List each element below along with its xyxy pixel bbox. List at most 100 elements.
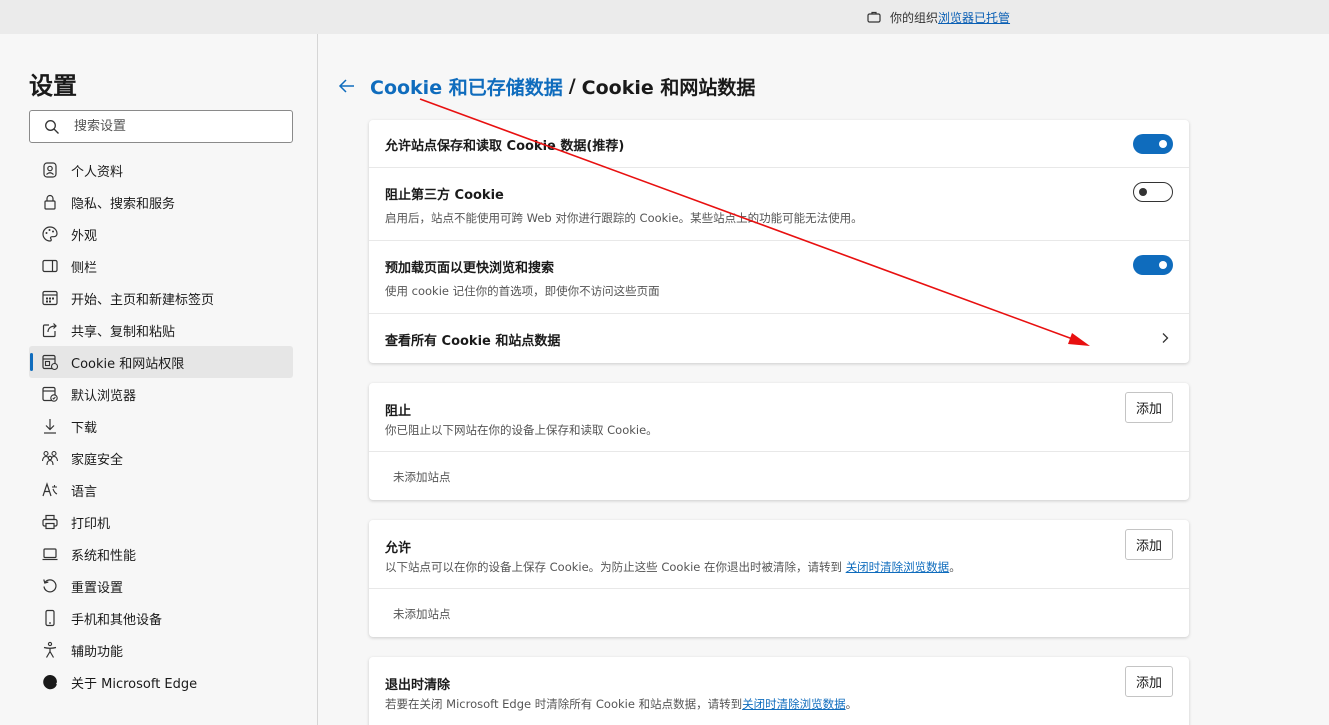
block-add-button[interactable]: 添加 (1125, 392, 1173, 423)
clear-header-row: 退出时清除 若要在关闭 Microsoft Edge 时清除所有 Cookie … (369, 657, 1189, 725)
lock-icon (44, 194, 56, 210)
profile-icon (43, 162, 57, 178)
allow-desc-text: 以下站点可以在你的设备上保存 Cookie。为防止这些 Cookie 在你退出时… (385, 560, 846, 574)
block-third-party-desc: 启用后，站点不能使用可跨 Web 对你进行跟踪的 Cookie。某些站点上的功能… (385, 211, 863, 225)
view-all-cookies-row[interactable]: 查看所有 Cookie 和站点数据 (369, 314, 1189, 363)
laptop-icon (42, 548, 58, 561)
block-empty-text: 未添加站点 (393, 470, 451, 484)
family-icon (41, 450, 59, 466)
allow-cookies-toggle[interactable] (1133, 134, 1173, 154)
top-bar: 你的组织 浏览器已托管 (0, 0, 1329, 34)
clear-desc: 若要在关闭 Microsoft Edge 时清除所有 Cookie 和站点数据，… (385, 696, 857, 712)
allow-empty-row: 未添加站点 (369, 589, 1189, 637)
allow-header-row: 允许 以下站点可以在你的设备上保存 Cookie。为防止这些 Cookie 在你… (369, 520, 1189, 589)
sidebar-item-label: 重置设置 (71, 580, 124, 596)
sidebar-item-label: 共享、复制和粘贴 (71, 324, 176, 340)
sidebar-item-label: 外观 (71, 228, 98, 244)
preload-toggle[interactable] (1133, 255, 1173, 275)
managed-prefix: 你的组织 (890, 10, 939, 25)
managed-link[interactable]: 浏览器已托管 (938, 9, 1010, 26)
settings-sidebar: 设置 个人资料 隐私、搜索和服务 外观 侧栏 开始、主页和新建标签页 (0, 34, 318, 725)
allow-add-button[interactable]: 添加 (1125, 529, 1173, 560)
sidebar-item-phone[interactable]: 手机和其他设备 (29, 602, 293, 634)
sidebar-item-label: 打印机 (71, 516, 111, 532)
sidebar-item-family[interactable]: 家庭安全 (29, 442, 293, 474)
clear-add-button[interactable]: 添加 (1125, 666, 1173, 697)
sidebar-item-system[interactable]: 系统和性能 (29, 538, 293, 570)
language-icon (42, 482, 58, 497)
allow-card: 允许 以下站点可以在你的设备上保存 Cookie。为防止这些 Cookie 在你… (369, 520, 1189, 637)
block-third-party-title: 阻止第三方 Cookie (385, 188, 504, 203)
clear-title: 退出时清除 (385, 678, 451, 693)
briefcase-icon (867, 11, 881, 23)
cookie-site-icon (42, 354, 59, 371)
home-grid-icon (42, 290, 58, 306)
block-empty-row: 未添加站点 (369, 452, 1189, 500)
search-icon (45, 119, 59, 134)
block-title: 阻止 (385, 404, 412, 419)
page-title: Cookie 和网站数据 (581, 76, 756, 99)
allow-cookies-row: 允许站点保存和读取 Cookie 数据(推荐) (369, 120, 1189, 168)
managed-notice: 你的组织 浏览器已托管 (867, 7, 1010, 27)
sidebar-item-profile[interactable]: 个人资料 (29, 154, 293, 186)
sidebar-item-label: 关于 Microsoft Edge (71, 676, 198, 692)
sidebar-item-accessibility[interactable]: 辅助功能 (29, 634, 293, 666)
breadcrumb-separator: / (568, 75, 576, 97)
sidebar-item-reset[interactable]: 重置设置 (29, 570, 293, 602)
clear-on-exit-card: 退出时清除 若要在关闭 Microsoft Edge 时清除所有 Cookie … (369, 657, 1189, 725)
share-icon (42, 323, 57, 338)
clear-desc-suffix: 。 (845, 697, 858, 711)
sidebar-item-label: 隐私、搜索和服务 (71, 196, 176, 212)
allow-empty-text: 未添加站点 (393, 607, 451, 621)
sidebar-item-appearance[interactable]: 外观 (29, 218, 293, 250)
sidebar-item-label: 侧栏 (71, 260, 98, 276)
sidebar-item-label: 辅助功能 (71, 644, 124, 660)
block-desc: 你已阻止以下网站在你的设备上保存和读取 Cookie。 (385, 423, 658, 437)
sidebar-item-label: 手机和其他设备 (71, 612, 163, 628)
sidebar-item-share[interactable]: 共享、复制和粘贴 (29, 314, 293, 346)
block-card: 阻止 你已阻止以下网站在你的设备上保存和读取 Cookie。 添加 未添加站点 (369, 383, 1189, 500)
block-third-party-toggle[interactable] (1133, 182, 1173, 202)
edge-logo-icon (43, 674, 57, 690)
allow-desc-suffix: 。 (949, 560, 961, 574)
clear-desc-text: 若要在关闭 Microsoft Edge 时清除所有 Cookie 和站点数据，… (385, 697, 743, 711)
sidebar-item-label: 语言 (71, 484, 98, 500)
back-arrow-icon[interactable] (337, 76, 357, 96)
sidebar-item-label: 默认浏览器 (71, 388, 137, 404)
accessibility-icon (43, 641, 57, 658)
sidebar-item-start-home[interactable]: 开始、主页和新建标签页 (29, 282, 293, 314)
sidebar-nav: 个人资料 隐私、搜索和服务 外观 侧栏 开始、主页和新建标签页 共享、复制和粘贴… (29, 154, 293, 698)
sidebar-item-default-browser[interactable]: 默认浏览器 (29, 378, 293, 410)
sidebar-item-label: 系统和性能 (71, 548, 137, 564)
sidebar-item-label: 个人资料 (71, 164, 124, 180)
block-header-row: 阻止 你已阻止以下网站在你的设备上保存和读取 Cookie。 添加 (369, 383, 1189, 452)
preload-row: 预加载页面以更快浏览和搜索 使用 cookie 记住你的首选项，即使你不访问这些… (369, 241, 1189, 314)
view-all-cookies-title: 查看所有 Cookie 和站点数据 (385, 334, 561, 349)
search-input[interactable] (74, 119, 274, 134)
sidebar-item-label: 下载 (71, 420, 98, 436)
allow-title: 允许 (385, 541, 412, 556)
phone-icon (45, 609, 55, 627)
sidebar-item-label: 家庭安全 (71, 452, 124, 468)
search-box[interactable] (29, 110, 293, 143)
sidebar-item-cookies[interactable]: Cookie 和网站权限 (29, 346, 293, 378)
sidebar-item-printers[interactable]: 打印机 (29, 506, 293, 538)
sidebar-icon (42, 259, 58, 273)
sidebar-item-language[interactable]: 语言 (29, 474, 293, 506)
sidebar-item-privacy[interactable]: 隐私、搜索和服务 (29, 186, 293, 218)
sidebar-item-downloads[interactable]: 下载 (29, 410, 293, 442)
chevron-right-icon (1162, 333, 1169, 343)
allow-cookies-title: 允许站点保存和读取 Cookie 数据(推荐) (385, 139, 625, 154)
reset-icon (43, 579, 57, 593)
allow-desc: 以下站点可以在你的设备上保存 Cookie。为防止这些 Cookie 在你退出时… (385, 559, 961, 575)
preload-title: 预加载页面以更快浏览和搜索 (385, 261, 555, 276)
sidebar-item-label: Cookie 和网站权限 (71, 356, 185, 372)
palette-icon (42, 226, 58, 242)
block-third-party-row: 阻止第三方 Cookie 启用后，站点不能使用可跨 Web 对你进行跟踪的 Co… (369, 168, 1189, 241)
allow-clear-on-close-link[interactable]: 关闭时清除浏览数据 (846, 560, 950, 574)
sidebar-item-sidebar[interactable]: 侧栏 (29, 250, 293, 282)
clear-on-close-link[interactable]: 关闭时清除浏览数据 (742, 697, 846, 711)
download-icon (44, 419, 56, 434)
sidebar-item-about[interactable]: 关于 Microsoft Edge (29, 666, 293, 698)
breadcrumb-parent-link[interactable]: Cookie 和已存储数据 (370, 73, 563, 100)
